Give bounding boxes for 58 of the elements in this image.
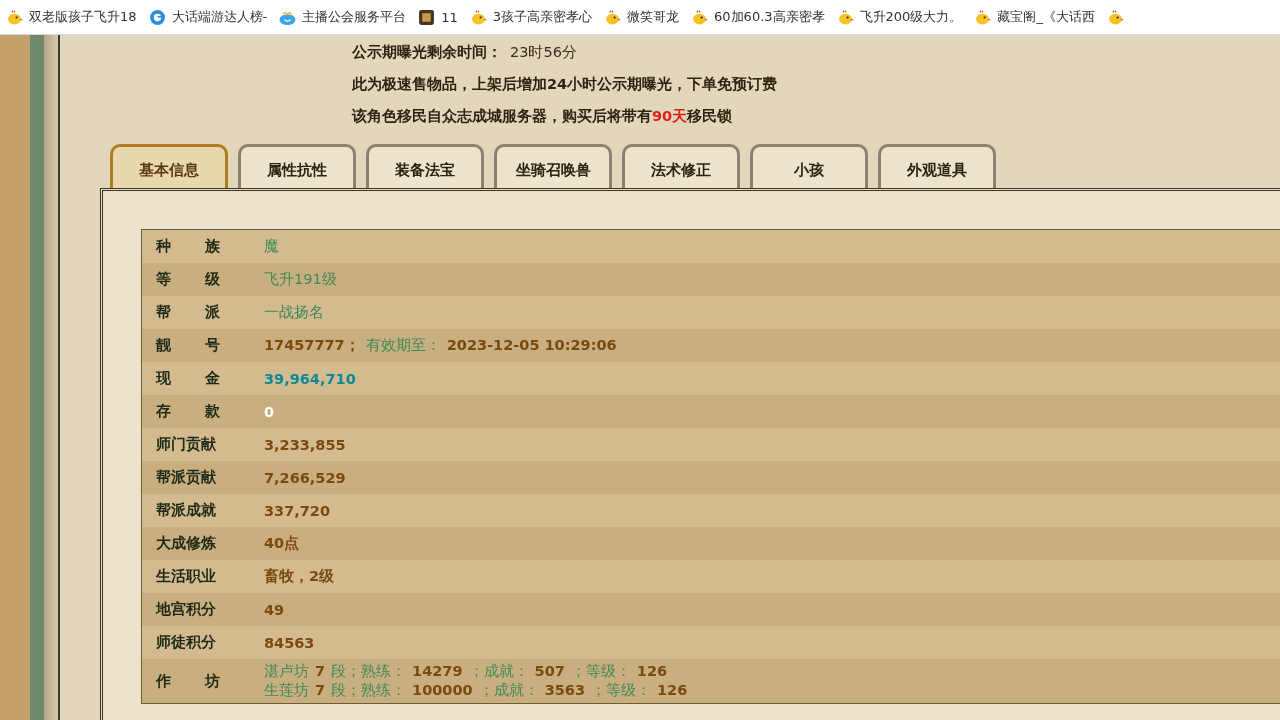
field-label: 种族 [156, 237, 220, 256]
bookmark[interactable]: 双老版孩子飞升18 [4, 8, 147, 26]
field-label: 师门贡献 [156, 435, 217, 454]
chick-icon [469, 8, 487, 26]
field-value: 0 [264, 403, 275, 420]
notice-text: 此为极速售物品，上架后增加24小时公示期曝光，下单免预订费 [352, 75, 779, 94]
bookmark[interactable]: 11 [416, 8, 468, 26]
tab[interactable]: 基本信息 [110, 144, 228, 188]
bookmark[interactable]: 藏宝阁_《大话西 [972, 8, 1105, 26]
notice-text: 公示期曝光剩余时间： 23时56分 [352, 43, 578, 62]
field-label: 生活职业 [156, 567, 217, 586]
field-value: 飞升191级 [264, 270, 338, 289]
field-value: 337,720 [264, 502, 332, 519]
chick-icon [836, 8, 854, 26]
bookmark[interactable]: 60加60.3高亲密孝 [689, 8, 835, 26]
field-label: 作坊 [156, 671, 220, 691]
field-value: 49 [264, 601, 286, 618]
field-label: 大成修炼 [156, 534, 217, 553]
chick-icon [604, 8, 622, 26]
field-value: 湛卢坊 7 段；熟练： 14279 ；成就： 507 ；等级： 126 [264, 662, 669, 681]
field-label: 师徒积分 [156, 633, 217, 652]
bookmark[interactable]: 微笑哥龙 [602, 8, 690, 26]
field-value: 17457777； 有效期至： 2023-12-05 10:29:06 [264, 336, 618, 355]
notice-text: 该角色移民自众志成城服务器，购买后将带有90天移民锁 [352, 107, 734, 126]
browser-icon [148, 8, 166, 26]
chick-icon [974, 8, 992, 26]
field-value: 40点 [264, 534, 301, 553]
field-value: 畜牧，2级 [264, 567, 336, 586]
bookmark[interactable]: 飞升200级大力。 [834, 8, 973, 26]
field-value: 魔 [264, 237, 280, 256]
field-value: 3,233,855 [264, 436, 347, 453]
field-label: 等级 [156, 270, 220, 289]
tab[interactable]: 属性抗性 [238, 144, 356, 188]
field-value: 39,964,710 [264, 370, 356, 387]
field-value: 84563 [264, 634, 316, 651]
tab[interactable]: 法术修正 [622, 144, 740, 188]
bookmark[interactable]: 主播公会服务平台 [277, 8, 417, 26]
field-label: 帮派 [156, 303, 220, 322]
chick-icon [691, 8, 709, 26]
tab[interactable]: 小孩 [750, 144, 868, 188]
field-label: 帮派贡献 [156, 468, 217, 487]
field-value: 生莲坊 7 段；熟练： 100000 ；成就： 3563 ；等级： 126 [264, 681, 689, 700]
chick-icon [1106, 8, 1124, 26]
field-value: 一战扬名 [264, 303, 325, 322]
field-label: 帮派成就 [156, 501, 217, 520]
field-value: 7,266,529 [264, 469, 347, 486]
bookmark[interactable]: 3孩子高亲密孝心 [467, 8, 603, 26]
game-icon [418, 8, 436, 26]
tab[interactable]: 装备法宝 [366, 144, 484, 188]
bookmark[interactable]: 大话端游达人榜- [146, 8, 278, 26]
cloud-icon [279, 8, 297, 26]
field-label: 存款 [156, 402, 220, 421]
field-label: 地宫积分 [156, 600, 217, 619]
field-label: 靓号 [156, 336, 220, 355]
tab[interactable]: 外观道具 [878, 144, 996, 188]
field-label: 现金 [156, 369, 220, 388]
tab[interactable]: 坐骑召唤兽 [494, 144, 612, 188]
chick-icon [6, 8, 23, 26]
